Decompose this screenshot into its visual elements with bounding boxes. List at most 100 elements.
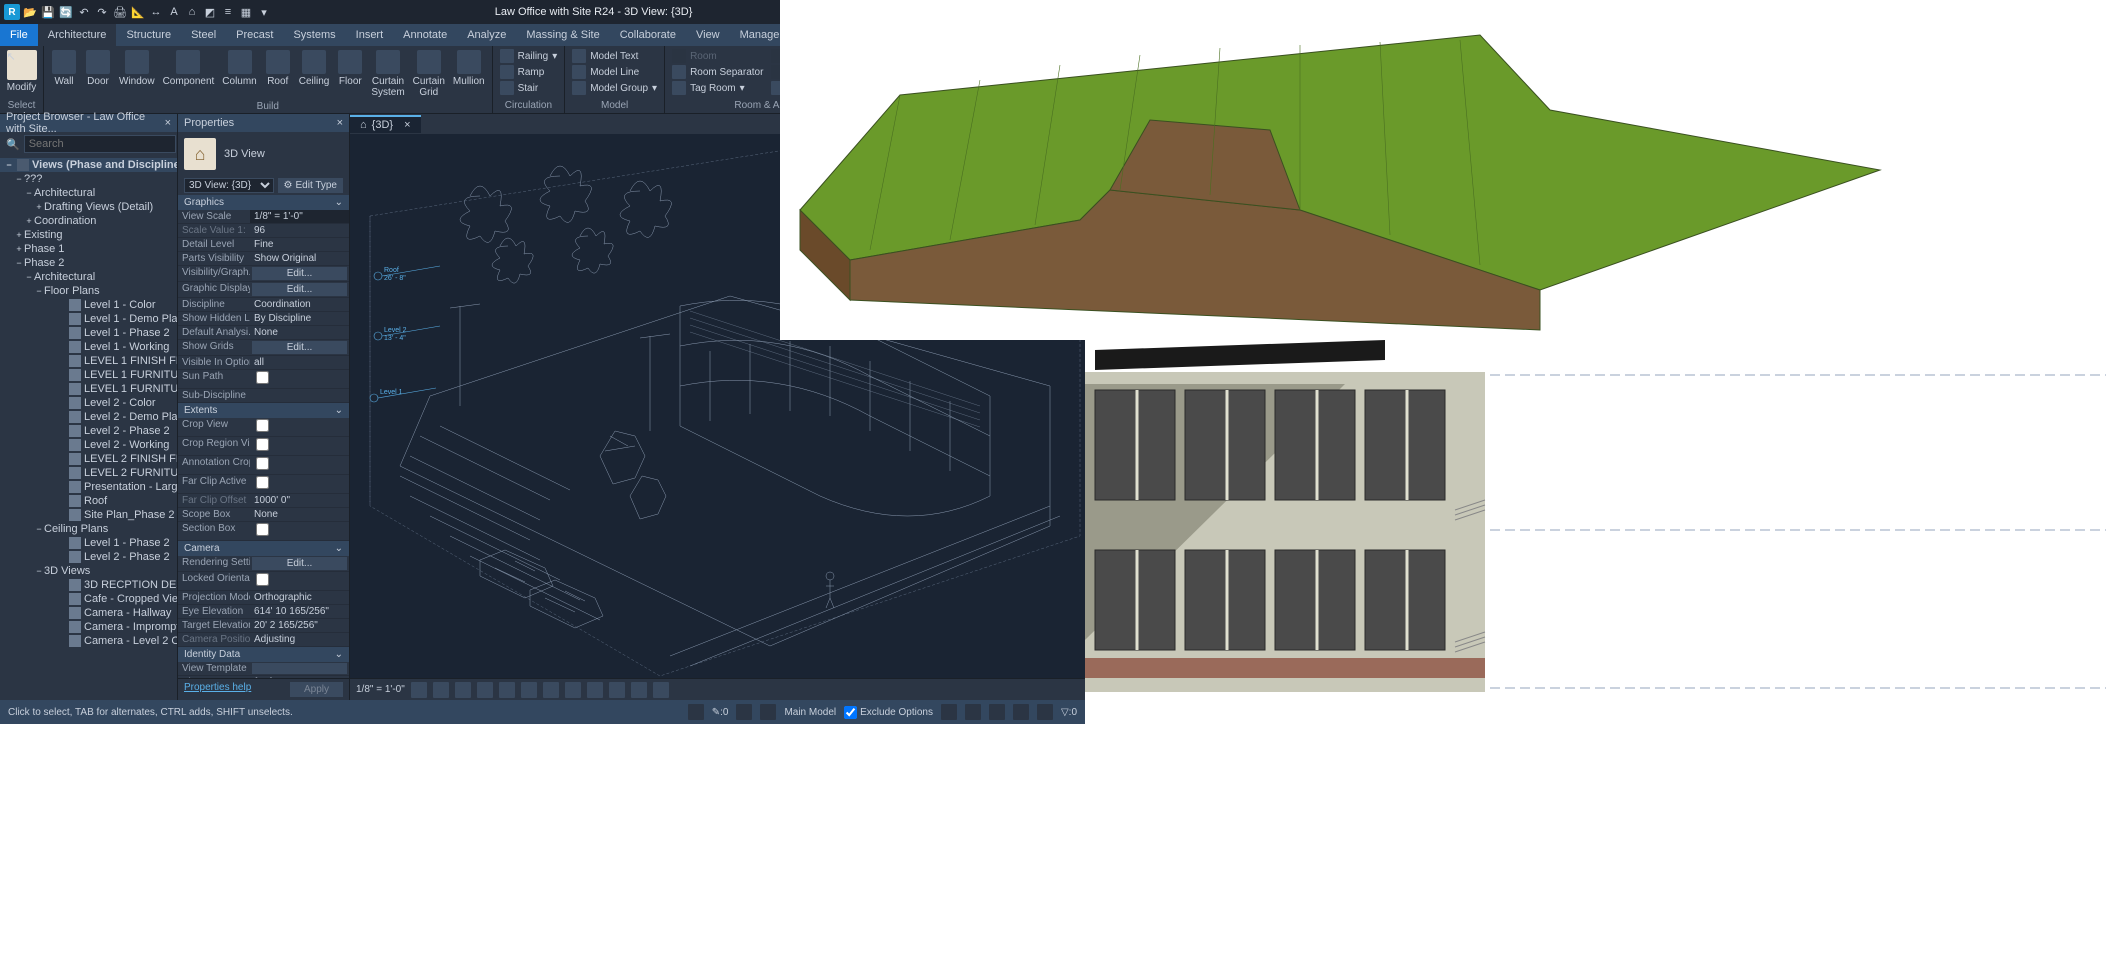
search-input[interactable] — [24, 135, 176, 153]
menu-structure[interactable]: Structure — [116, 24, 181, 46]
railing-button[interactable]: Railing ▾ — [497, 48, 561, 64]
properties-list[interactable]: Graphics⌄View Scale1/8" = 1'-0"Scale Val… — [178, 195, 349, 678]
tree-node[interactable]: Level 2 - Phase 2 — [0, 424, 177, 438]
select-pinned-icon[interactable] — [989, 704, 1005, 720]
tree-node[interactable]: Camera - Level 2 Op — [0, 634, 177, 648]
tree-node[interactable]: +Drafting Views (Detail) — [0, 200, 177, 214]
rendering-icon[interactable] — [499, 682, 515, 698]
window-button[interactable]: Window — [116, 48, 158, 89]
modify-button[interactable]: ↖Modify — [4, 48, 39, 95]
main-model-label[interactable]: Main Model — [784, 707, 836, 718]
ceiling-button[interactable]: Ceiling — [296, 48, 333, 89]
tree-node[interactable]: Level 2 - Phase 2 — [0, 550, 177, 564]
menu-systems[interactable]: Systems — [283, 24, 345, 46]
dim-icon[interactable]: ↔ — [148, 4, 164, 20]
model-line-button[interactable]: Model Line — [569, 64, 660, 80]
prop-row[interactable]: Show Hidden L...By Discipline — [178, 312, 349, 326]
prop-row[interactable]: Camera PositionAdjusting — [178, 633, 349, 647]
prop-row[interactable]: Visible In Optionall — [178, 356, 349, 370]
menu-file[interactable]: File — [0, 24, 38, 46]
tree-header[interactable]: −Views (Phase and Discipline) — [0, 158, 177, 172]
switch-windows-icon[interactable]: ▾ — [256, 4, 272, 20]
menu-view[interactable]: View — [686, 24, 730, 46]
redo-icon[interactable]: ↷ — [94, 4, 110, 20]
tree-node[interactable]: Roof — [0, 494, 177, 508]
tree-node[interactable]: Level 1 - Phase 2 — [0, 326, 177, 340]
crop-region-icon[interactable] — [543, 682, 559, 698]
menu-analyze[interactable]: Analyze — [457, 24, 516, 46]
prop-row[interactable]: Locked Orienta... — [178, 572, 349, 591]
thin-lines-icon[interactable]: ≡ — [220, 4, 236, 20]
tree-node[interactable]: LEVEL 1 FURNITURE — [0, 382, 177, 396]
menu-precast[interactable]: Precast — [226, 24, 283, 46]
tree-node[interactable]: Cafe - Cropped View — [0, 592, 177, 606]
shadows-icon[interactable] — [477, 682, 493, 698]
wall-button[interactable]: Wall — [48, 48, 80, 89]
tree-node[interactable]: Level 1 - Color — [0, 298, 177, 312]
tree-node[interactable]: +Phase 1 — [0, 242, 177, 256]
tree-node[interactable]: −Architectural — [0, 270, 177, 284]
properties-help-link[interactable]: Properties help — [184, 682, 251, 697]
prop-row[interactable]: Far Clip Offset1000' 0" — [178, 494, 349, 508]
prop-row[interactable]: Detail LevelFine — [178, 238, 349, 252]
lock-icon[interactable] — [565, 682, 581, 698]
tree-node[interactable]: −Floor Plans — [0, 284, 177, 298]
tree-node[interactable]: −Architectural — [0, 186, 177, 200]
tag-room-button[interactable]: Tag Room ▾ — [669, 80, 766, 96]
select-links-icon[interactable] — [941, 704, 957, 720]
prop-row[interactable]: Parts VisibilityShow Original — [178, 252, 349, 266]
stair-button[interactable]: Stair — [497, 80, 561, 96]
menu-insert[interactable]: Insert — [346, 24, 394, 46]
prop-category[interactable]: Extents⌄ — [178, 403, 349, 418]
section-icon[interactable]: ◩ — [202, 4, 218, 20]
tree-node[interactable]: Level 2 - Color — [0, 396, 177, 410]
prop-row[interactable]: Scope BoxNone — [178, 508, 349, 522]
prop-row[interactable]: View Template — [178, 662, 349, 676]
curtain-system-button[interactable]: Curtain System — [368, 48, 407, 100]
menu-annotate[interactable]: Annotate — [393, 24, 457, 46]
door-button[interactable]: Door — [82, 48, 114, 89]
tree-node[interactable]: −3D Views — [0, 564, 177, 578]
tree-node[interactable]: LEVEL 1 FURNITURE — [0, 368, 177, 382]
sun-path-icon[interactable] — [455, 682, 471, 698]
close-icon[interactable]: × — [337, 117, 343, 129]
instance-select[interactable]: 3D View: {3D} — [184, 178, 274, 193]
tree-node[interactable]: Presentation - Large — [0, 480, 177, 494]
crop-icon[interactable] — [521, 682, 537, 698]
tree-node[interactable]: LEVEL 1 FINISH FLOOR — [0, 354, 177, 368]
scale-display[interactable]: 1/8" = 1'-0" — [356, 684, 405, 695]
model-group-button[interactable]: Model Group ▾ — [569, 80, 660, 96]
prop-category[interactable]: Graphics⌄ — [178, 195, 349, 210]
prop-row[interactable]: Target Elevation20' 2 165/256" — [178, 619, 349, 633]
detail-level-icon[interactable] — [411, 682, 427, 698]
open-icon[interactable]: 📂 — [22, 4, 38, 20]
component-button[interactable]: Component — [160, 48, 218, 89]
roof-button[interactable]: Roof — [262, 48, 294, 89]
tree-node[interactable]: Camera - Hallway — [0, 606, 177, 620]
tree-node[interactable]: Site Plan_Phase 2 — [0, 508, 177, 522]
visual-style-icon[interactable] — [433, 682, 449, 698]
reveal-icon[interactable] — [609, 682, 625, 698]
tree-node[interactable]: Level 1 - Phase 2 — [0, 536, 177, 550]
edit-type-button[interactable]: ⚙ Edit Type — [278, 178, 343, 193]
prop-row[interactable]: Visibility/Graph...Edit... — [178, 266, 349, 282]
prop-category[interactable]: Camera⌄ — [178, 541, 349, 556]
prop-row[interactable]: Annotation Crop — [178, 456, 349, 475]
ramp-button[interactable]: Ramp — [497, 64, 561, 80]
select-underlay-icon[interactable] — [965, 704, 981, 720]
menu-collaborate[interactable]: Collaborate — [610, 24, 686, 46]
close-hidden-icon[interactable]: ▦ — [238, 4, 254, 20]
tree-node[interactable]: 3D RECPTION DESK — [0, 578, 177, 592]
tree-node[interactable]: −??? — [0, 172, 177, 186]
menu-massing[interactable]: Massing & Site — [516, 24, 609, 46]
tree-node[interactable]: LEVEL 2 FURNITURE — [0, 466, 177, 480]
column-button[interactable]: Column — [219, 48, 259, 89]
prop-row[interactable]: DisciplineCoordination — [178, 298, 349, 312]
tree-node[interactable]: Level 1 - Demo Plan — [0, 312, 177, 326]
close-icon[interactable]: × — [404, 119, 410, 131]
sync-icon[interactable]: 🔄 — [58, 4, 74, 20]
curtain-grid-button[interactable]: Curtain Grid — [410, 48, 448, 100]
tree-node[interactable]: −Ceiling Plans — [0, 522, 177, 536]
prop-row[interactable]: View Scale1/8" = 1'-0" — [178, 210, 349, 224]
tree-node[interactable]: Level 2 - Working — [0, 438, 177, 452]
